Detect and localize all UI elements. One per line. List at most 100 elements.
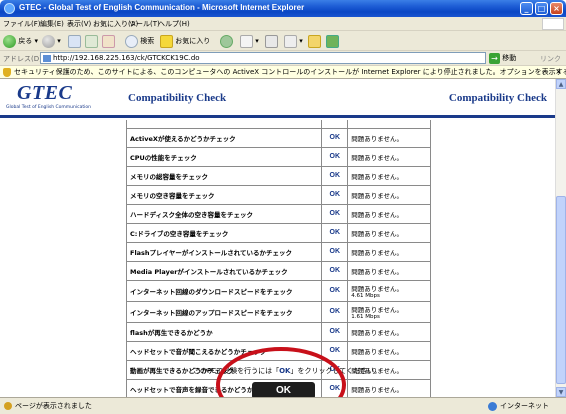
favorites-label: お気に入り (175, 37, 211, 45)
close-button[interactable]: × (550, 2, 563, 15)
search-label: 検索 (140, 37, 155, 45)
header-divider (0, 115, 555, 118)
check-item: インターネット回線のアップロードスピードをチェック (125, 300, 323, 323)
check-result: 問題ありません。 (347, 146, 431, 167)
check-status: OK (321, 184, 349, 205)
check-item: CPUの性能をチェック (125, 146, 323, 167)
stop-icon (68, 34, 81, 48)
check-status: OK (321, 321, 349, 342)
menu-tools[interactable]: ツール(T) (129, 19, 160, 29)
windows-logo-icon (542, 18, 564, 30)
result-text: 問題ありません。 (351, 305, 404, 314)
security-zone: インターネット (488, 398, 549, 414)
table-row: Flashプレイヤーがインストールされているかチェック OK 問題ありません。 (125, 241, 431, 262)
address-label: アドレス(D) (3, 55, 42, 63)
check-item: flashが再生できるかどうか (125, 321, 323, 342)
stop-button[interactable] (68, 34, 81, 48)
check-item: ActiveXが使えるかどうかチェック (125, 127, 323, 148)
check-status: OK (321, 127, 349, 148)
back-arrow-icon (3, 34, 16, 48)
check-status: OK (321, 241, 349, 262)
forward-button[interactable]: ▾ (42, 34, 61, 48)
check-item: Flashプレイヤーがインストールされているかチェック (125, 241, 323, 262)
table-cell (347, 120, 431, 129)
scroll-thumb[interactable] (556, 196, 566, 384)
messenger-icon (326, 34, 339, 48)
search-button[interactable]: 検索 (125, 34, 154, 48)
scroll-up-icon[interactable]: ▲ (556, 79, 566, 89)
close-infobar-icon[interactable]: × (555, 66, 562, 78)
vertical-scrollbar[interactable]: ▲ ▼ (555, 79, 566, 397)
folder-icon (308, 34, 321, 48)
shield-icon (3, 68, 11, 77)
menu-file[interactable]: ファイル(F) (3, 19, 41, 29)
page-loaded-icon (4, 402, 12, 410)
check-result: 問題ありません。 (347, 378, 431, 397)
table-row: Media Playerがインストールされているかチェック OK 問題ありません… (125, 260, 431, 281)
home-icon (102, 34, 115, 48)
table-row: ハードディスク全体の空き容量をチェック OK 問題ありません。 (125, 203, 431, 224)
logo-subtitle: Global Test of English Communication (6, 105, 91, 110)
folder-button[interactable] (308, 34, 321, 48)
check-result: 問題ありません。 (347, 241, 431, 262)
menu-view[interactable]: 表示(V) (67, 19, 91, 29)
information-bar[interactable]: セキュリティ保護のため、このサイトによる、このコンピュータへの ActiveX … (0, 66, 566, 79)
go-arrow-icon: → (489, 52, 500, 64)
check-result: 問題ありません。 (347, 260, 431, 281)
refresh-button[interactable] (85, 34, 98, 48)
logo-text: GTEC (17, 82, 73, 104)
site-header: GTEC Global Test of English Communicatio… (0, 79, 555, 120)
back-button[interactable]: 戻る ▾ (3, 34, 38, 48)
toolbar: 戻る ▾ ▾ 検索 お気に入り ▾ ▾ (0, 31, 566, 51)
page-icon (43, 55, 51, 62)
mail-icon (240, 34, 253, 48)
address-input[interactable]: http://192.168.225.163/ck/GTCKCK19C.do (40, 52, 486, 64)
refresh-icon (85, 34, 98, 48)
print-button[interactable] (265, 34, 278, 48)
minimize-button[interactable]: _ (520, 2, 533, 15)
check-result: 問題ありません。 (347, 321, 431, 342)
table-row: CPUの性能をチェック OK 問題ありません。 (125, 146, 431, 167)
table-cell (321, 120, 349, 129)
home-button[interactable] (102, 34, 115, 48)
check-result: 問題ありません。 (347, 222, 431, 243)
table-row: メモリの総容量をチェック OK 問題ありません。 (125, 165, 431, 186)
edit-button[interactable]: ▾ (284, 34, 303, 48)
favorites-button[interactable]: お気に入り (160, 34, 210, 48)
gtec-logo: GTEC Global Test of English Communicatio… (6, 82, 91, 115)
status-bar: ページが表示されました インターネット (0, 397, 566, 414)
check-result: 問題ありません。 (347, 127, 431, 148)
check-item: Media Playerがインストールされているかチェック (125, 260, 323, 281)
go-label: 移動 (502, 54, 517, 62)
messenger-button[interactable] (326, 34, 339, 48)
check-status: OK (321, 165, 349, 186)
check-result: 問題ありません。 (347, 203, 431, 224)
address-bar: アドレス(D) http://192.168.225.163/ck/GTCKCK… (0, 51, 566, 72)
infobar-text: セキュリティ保護のため、このサイトによる、このコンピュータへの ActiveX … (14, 68, 566, 76)
window-title: GTEC - Global Test of English Communicat… (19, 3, 305, 12)
table-row: flashが再生できるかどうか OK 問題ありません。 (125, 321, 431, 342)
star-icon (160, 34, 173, 48)
back-label: 戻る (18, 37, 33, 45)
menu-edit[interactable]: 編集(E) (40, 19, 64, 29)
table-row: ActiveXが使えるかどうかチェック OK 問題ありません。 (125, 127, 431, 148)
table-row: C:ドライブの空き容量をチェック OK 問題ありません。 (125, 222, 431, 243)
scroll-down-icon[interactable]: ▼ (556, 387, 566, 397)
search-icon (125, 34, 138, 48)
history-button[interactable] (220, 34, 233, 48)
result-text: 問題ありません。 (351, 284, 404, 293)
maximize-button[interactable]: □ (535, 2, 548, 15)
check-status: OK (321, 146, 349, 167)
table-row: メモリの空き容量をチェック OK 問題ありません。 (125, 184, 431, 205)
mail-button[interactable]: ▾ (240, 34, 259, 48)
status-text: ページが表示されました (15, 402, 92, 410)
menu-help[interactable]: ヘルプ(H) (158, 19, 190, 29)
go-button[interactable]: → 移動 (489, 52, 516, 64)
upload-speed: 1.61 Mbps (351, 313, 380, 320)
table-row: インターネット回線のダウンロードスピードをチェック OK 問題ありません。 4.… (125, 279, 431, 302)
check-item: メモリの総容量をチェック (125, 165, 323, 186)
check-item: ハードディスク全体の空き容量をチェック (125, 203, 323, 224)
ie-logo-icon (4, 3, 15, 14)
menu-bar: ファイル(F) 編集(E) 表示(V) お気に入り(A) ツール(T) ヘルプ(… (0, 17, 566, 31)
check-result: 問題ありません。 (347, 165, 431, 186)
